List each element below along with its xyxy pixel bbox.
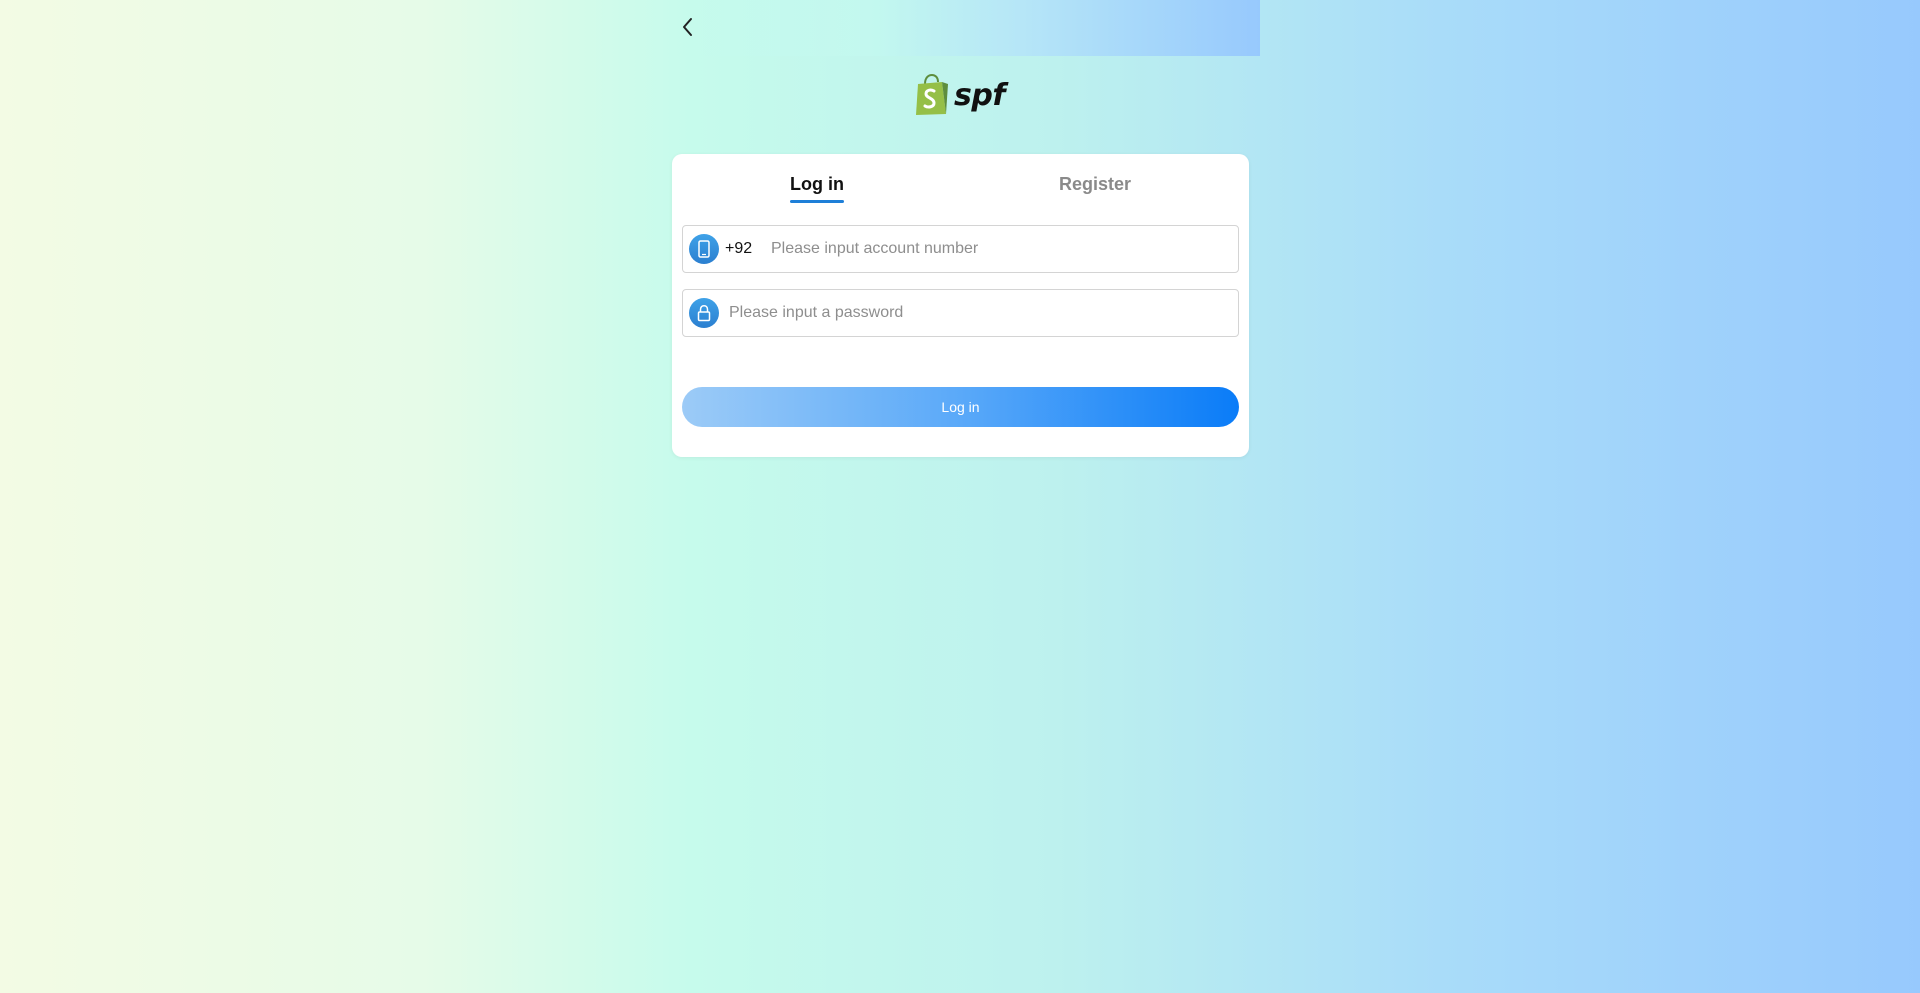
login-card: Log in Register +92 Please input account… — [672, 154, 1249, 457]
country-code[interactable]: +92 — [725, 240, 769, 258]
log-in-button[interactable]: Log in — [682, 387, 1239, 427]
app-container: spf Log in Register +92 Please input acc… — [662, 0, 1260, 993]
account-number-input[interactable] — [771, 226, 1238, 272]
active-tab-indicator — [790, 200, 844, 203]
tab-register-label: Register — [1059, 174, 1132, 194]
tab-log-in-label: Log in — [790, 174, 844, 194]
account-field: +92 — [682, 225, 1239, 273]
shopping-bag-icon — [916, 74, 948, 115]
brand-logo: spf — [914, 74, 1006, 116]
back-button[interactable] — [676, 14, 700, 40]
chevron-left-icon — [683, 18, 692, 36]
lock-icon — [689, 298, 719, 328]
password-input[interactable] — [729, 290, 1238, 336]
password-field — [682, 289, 1239, 337]
tab-register[interactable]: Register — [1059, 174, 1131, 195]
top-bar — [662, 0, 1260, 56]
logo-text: spf — [954, 77, 1005, 113]
phone-icon — [689, 234, 719, 264]
tab-log-in[interactable]: Log in — [790, 174, 844, 203]
